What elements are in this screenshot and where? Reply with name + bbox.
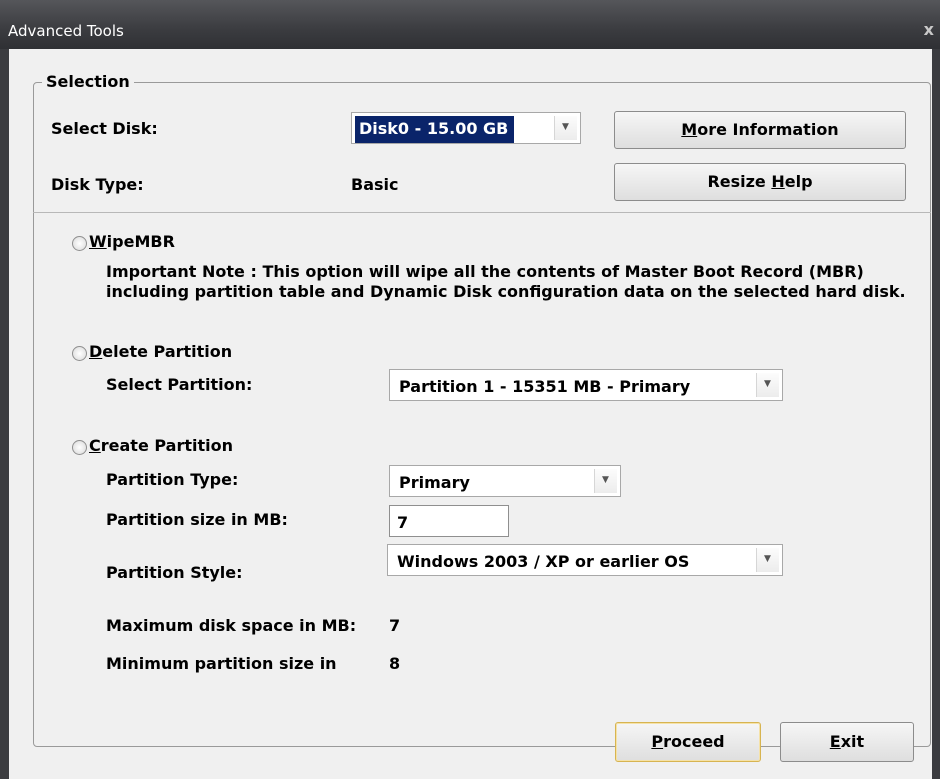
select-disk-value: Disk0 - 15.00 GB [355, 116, 515, 143]
selection-legend: Selection [42, 72, 134, 91]
wipe-mbr-label[interactable]: WipeMBR [89, 232, 175, 251]
partition-type-dropdown[interactable]: Primary ▼ [389, 465, 621, 497]
min-partition-size-label: Minimum partition size in [106, 654, 337, 673]
min-partition-size-value: 8 [389, 654, 401, 673]
more-information-button[interactable]: More Information [614, 111, 906, 149]
partition-type-label: Partition Type: [106, 470, 239, 489]
create-partition-label[interactable]: Create Partition [89, 436, 233, 455]
resize-help-button[interactable]: Resize Help [614, 163, 906, 201]
proceed-button[interactable]: Proceed [615, 722, 761, 762]
resize-help-prefix: Resize [707, 172, 772, 191]
wipe-mbr-text: ipeMBR [106, 232, 175, 251]
more-information-mnemonic: M [681, 120, 698, 139]
section-divider [33, 212, 931, 213]
max-disk-space-value: 7 [389, 616, 401, 635]
chevron-down-icon: ▼ [764, 379, 771, 389]
select-disk-dropdown[interactable]: Disk0 - 15.00 GB ▼ [351, 112, 581, 144]
delete-partition-text: elete Partition [102, 342, 233, 361]
select-partition-label: Select Partition: [106, 375, 253, 394]
close-icon[interactable]: x [924, 20, 934, 39]
create-partition-mnemonic: C [89, 436, 101, 455]
dropdown-button[interactable]: ▼ [756, 548, 779, 572]
dialog-client-area: Selection Select Disk: Disk0 - 15.00 GB … [9, 49, 932, 779]
title-bar[interactable]: Advanced Tools x [0, 0, 940, 49]
dropdown-button[interactable]: ▼ [594, 469, 617, 493]
dropdown-button[interactable]: ▼ [554, 116, 577, 140]
disk-type-value: Basic [351, 175, 399, 194]
proceed-mnemonic: P [651, 732, 664, 751]
select-partition-value: Partition 1 - 15351 MB - Primary [399, 377, 691, 396]
select-disk-label: Select Disk: [51, 119, 158, 138]
delete-partition-mnemonic: D [89, 342, 103, 361]
exit-mnemonic: E [829, 732, 841, 751]
window-frame-left [0, 49, 9, 779]
window-frame-right [932, 49, 940, 779]
delete-partition-label[interactable]: Delete Partition [89, 342, 232, 361]
exit-label: xit [840, 732, 865, 751]
partition-size-input[interactable]: 7 [389, 505, 509, 537]
create-partition-radio[interactable] [72, 440, 87, 455]
resize-help-mnemonic: H [771, 172, 785, 191]
max-disk-space-label: Maximum disk space in MB: [106, 616, 357, 635]
partition-size-label: Partition size in MB: [106, 510, 288, 529]
proceed-label: roceed [663, 732, 725, 751]
create-partition-text: reate Partition [100, 436, 233, 455]
wipe-mbr-note: Important Note : This option will wipe a… [106, 262, 906, 301]
dropdown-button[interactable]: ▼ [756, 373, 779, 397]
partition-style-label: Partition Style: [106, 563, 243, 582]
resize-help-label: elp [784, 172, 813, 191]
more-information-label: ore Information [697, 120, 839, 139]
wipe-mbr-mnemonic: W [89, 232, 107, 251]
chevron-down-icon: ▼ [764, 554, 771, 564]
advanced-tools-window: Advanced Tools x Selection Select Disk: … [0, 0, 940, 779]
chevron-down-icon: ▼ [602, 475, 609, 485]
partition-type-value: Primary [399, 473, 470, 492]
partition-style-value: Windows 2003 / XP or earlier OS [397, 552, 690, 571]
disk-type-label: Disk Type: [51, 175, 144, 194]
window-title: Advanced Tools [8, 22, 124, 40]
exit-button[interactable]: Exit [780, 722, 914, 762]
wipe-mbr-radio[interactable] [72, 236, 87, 251]
partition-style-dropdown[interactable]: Windows 2003 / XP or earlier OS ▼ [387, 544, 783, 576]
chevron-down-icon: ▼ [562, 122, 569, 132]
delete-partition-radio[interactable] [72, 346, 87, 361]
select-partition-dropdown[interactable]: Partition 1 - 15351 MB - Primary ▼ [389, 369, 783, 401]
